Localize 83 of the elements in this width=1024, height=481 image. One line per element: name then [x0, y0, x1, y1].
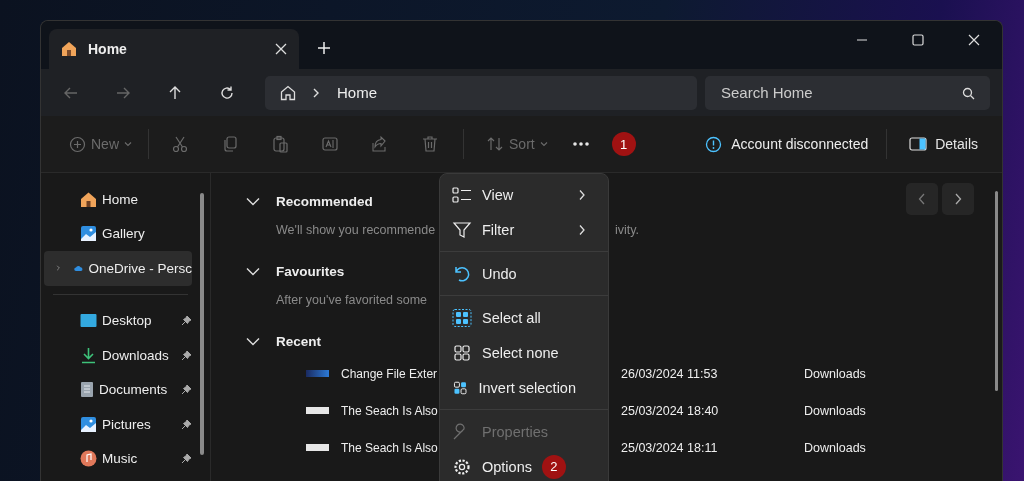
home-icon [60, 40, 78, 58]
date-cell-text: 25/03/2024 18:11 [621, 440, 719, 455]
pin-icon[interactable] [181, 418, 192, 430]
home-icon [80, 190, 97, 208]
caret-icon [539, 140, 548, 148]
sidebar-item[interactable]: Desktop [44, 303, 192, 338]
maximize-icon[interactable] [912, 34, 924, 46]
hint-text: ivity. [615, 223, 640, 237]
home-icon [279, 83, 297, 102]
menu-item[interactable]: Filter [440, 212, 608, 247]
chevron-down-icon[interactable] [246, 336, 260, 346]
search-field[interactable]: Search Home [705, 75, 990, 110]
address-bar[interactable]: Home [265, 75, 697, 110]
pin-icon[interactable] [181, 384, 192, 396]
scrollbar[interactable] [995, 191, 998, 391]
scrollbar[interactable] [200, 193, 204, 455]
refresh-icon[interactable] [219, 84, 235, 101]
sort-icon [486, 135, 504, 153]
menu-item[interactable]: Select none [440, 335, 608, 370]
share-icon [371, 135, 389, 153]
chevron-right-icon [954, 193, 962, 205]
chevron-left-icon [918, 193, 926, 205]
menu-item[interactable]: Invert selection [440, 370, 608, 405]
chevron-right-icon [311, 87, 321, 98]
location-cell: Downloads [804, 403, 866, 418]
sidebar-item[interactable]: Documents [44, 372, 192, 407]
panel-icon [909, 136, 928, 152]
clipboard-icon [271, 135, 289, 153]
scissors-icon [171, 135, 189, 153]
hint-text: We'll show you recommende [276, 223, 436, 237]
music-icon [80, 450, 97, 468]
sidebar-item[interactable]: Music [44, 441, 192, 476]
sidebar-item[interactable]: Downloads [44, 338, 192, 373]
menu-item[interactable]: Select all [440, 300, 608, 335]
download-icon [80, 346, 97, 364]
details-button[interactable]: Details [901, 130, 986, 158]
caret-icon [124, 140, 132, 148]
date-cell-text: 25/03/2024 18:40 [621, 403, 720, 418]
menu-item[interactable]: View [440, 177, 608, 212]
location-cell: Downloads [804, 440, 866, 455]
picture-icon [80, 225, 97, 243]
trash-icon [421, 135, 439, 153]
select-all-icon [452, 308, 472, 327]
sidebar-item[interactable]: OneDrive - Persc [44, 251, 192, 286]
picture-icon [80, 415, 97, 433]
up-arrow-icon[interactable] [167, 84, 183, 101]
pin-icon[interactable] [181, 453, 192, 465]
pin-icon[interactable] [181, 349, 192, 361]
list-icon [452, 185, 472, 204]
new-tab-icon[interactable] [317, 41, 331, 55]
gear-icon [452, 457, 472, 476]
close-tab-icon[interactable] [275, 43, 287, 55]
filter-icon [452, 220, 472, 239]
plus-circle-icon [69, 135, 86, 153]
more-icon [571, 142, 590, 146]
section-title: Recommended [276, 193, 373, 209]
hint-text: After you've favorited some [276, 293, 428, 307]
search-icon [962, 86, 975, 100]
breadcrumb[interactable]: Home [337, 84, 377, 101]
info-icon [705, 135, 723, 153]
annotation-badge: 2 [542, 454, 566, 479]
copy-icon [221, 135, 239, 153]
chevron-down-icon[interactable] [246, 196, 260, 206]
chevron-down-icon[interactable] [246, 266, 260, 276]
pin-icon[interactable] [181, 315, 192, 327]
date-cell-text: 26/03/2024 11:53 [621, 366, 719, 381]
account-status: Account disconnected [731, 136, 869, 152]
close-icon[interactable] [968, 34, 980, 46]
location-cell: Downloads [804, 366, 866, 381]
home-tab[interactable]: Home [49, 29, 299, 69]
sidebar-item[interactable]: Gallery [44, 216, 192, 251]
undo-icon [452, 264, 472, 283]
menu-item[interactable]: Options 2 [440, 449, 608, 481]
sidebar-item[interactable]: Home [44, 182, 192, 217]
rename-icon [321, 135, 339, 153]
sidebar-item[interactable]: Pictures [44, 407, 192, 442]
grid-icon [452, 343, 472, 362]
section-title: Favourites [276, 263, 345, 279]
annotation-badge: 1 [611, 132, 636, 156]
document-icon [80, 381, 94, 399]
desktop-icon [80, 313, 97, 329]
section-title: Recent [276, 333, 321, 349]
menu-item[interactable]: Undo [440, 256, 608, 291]
